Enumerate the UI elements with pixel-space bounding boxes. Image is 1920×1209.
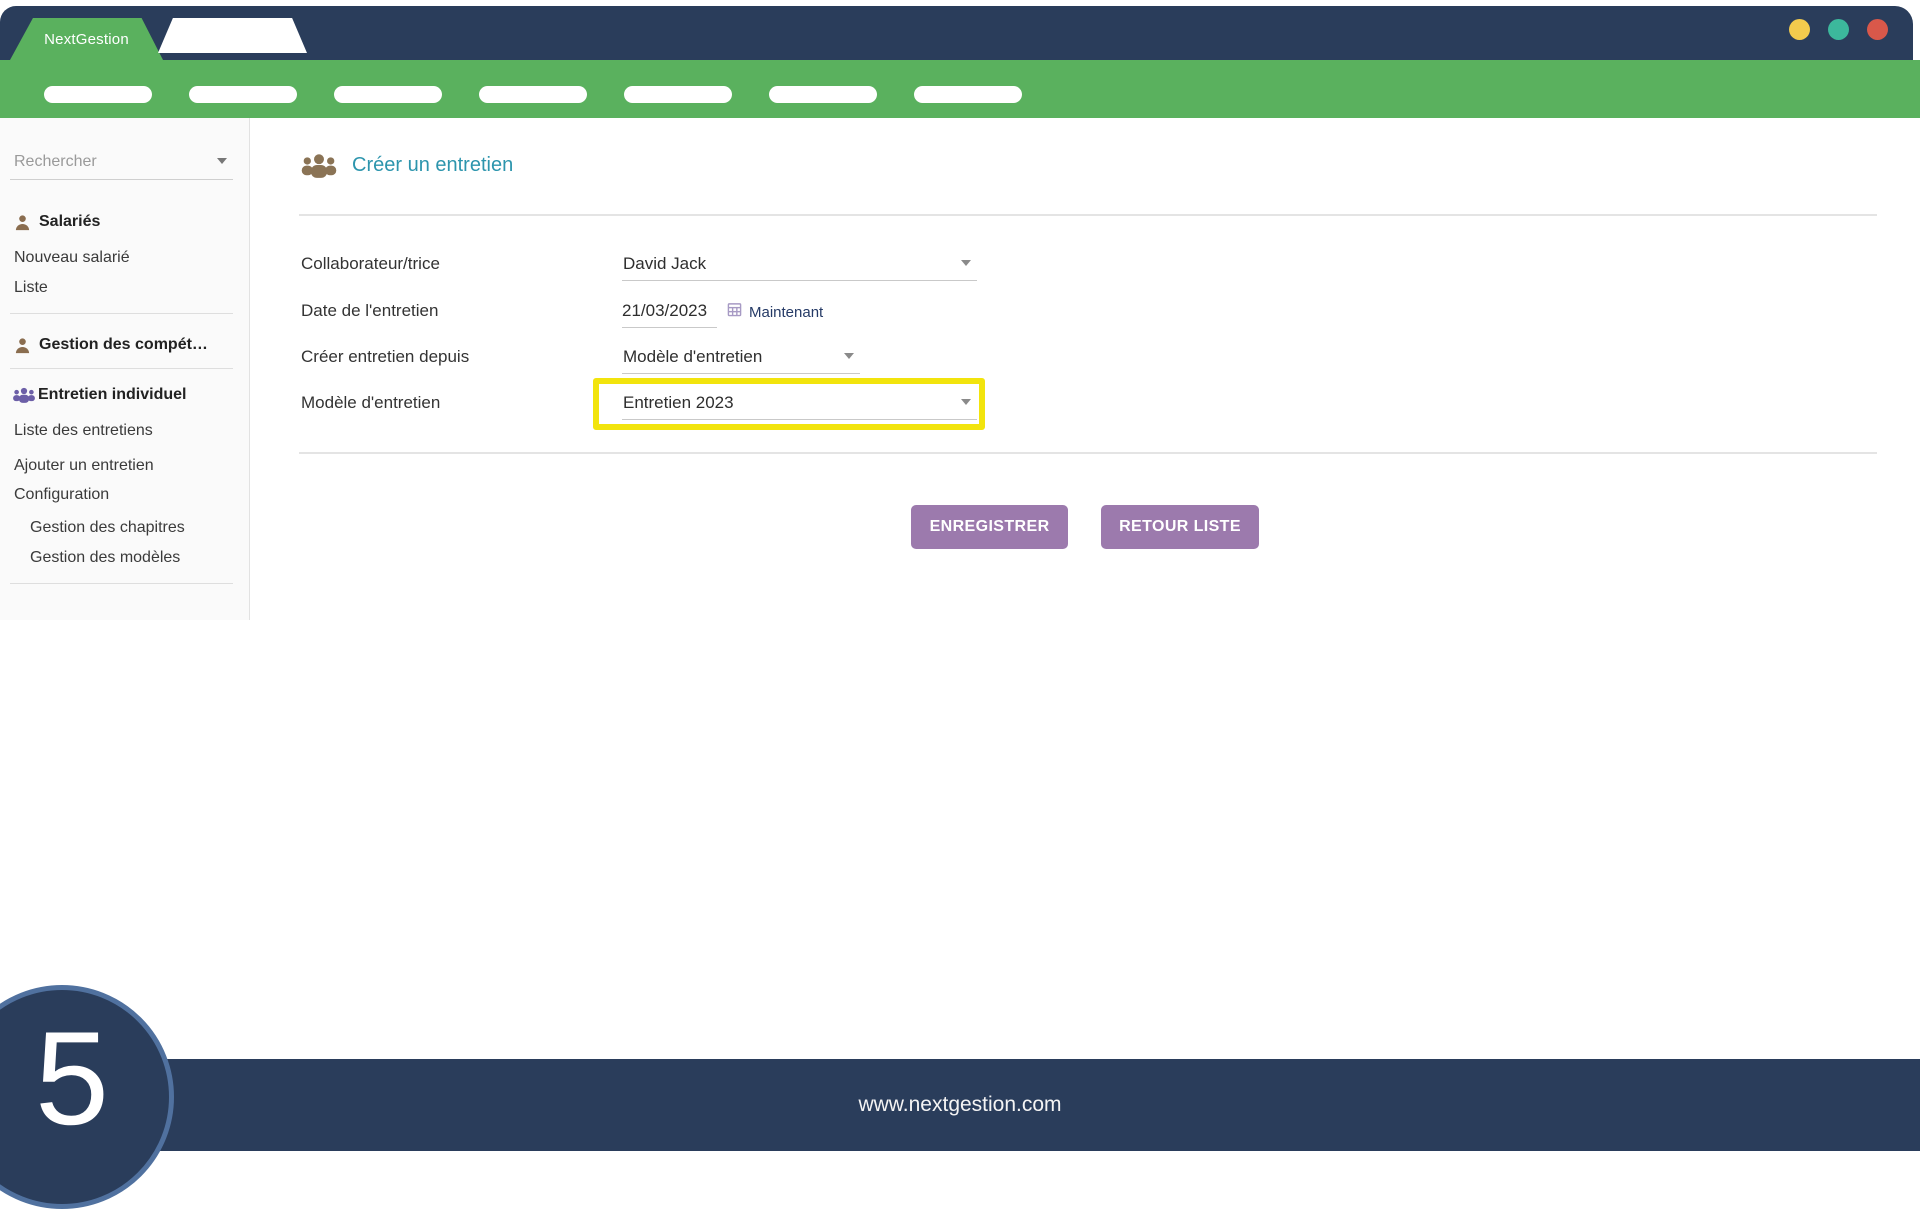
brand-tab[interactable]: NextGestion [10,18,163,60]
sidebar-divider [10,313,233,314]
sidebar-section-label: Gestion des compét… [39,336,208,354]
people-group-icon [12,387,36,403]
chevron-down-icon [844,353,854,359]
sidebar-item-liste[interactable]: Liste [14,278,235,298]
sidebar-item-gestion-des-modeles[interactable]: Gestion des modèles [14,548,235,568]
divider [299,214,1877,216]
sidebar-item-liste-des-entretiens[interactable]: Liste des entretiens [14,421,235,441]
nav-pill[interactable] [479,86,587,103]
collaborator-value: David Jack [623,254,706,273]
nav-pill[interactable] [914,86,1022,103]
sidebar-item-gestion-des-chapitres[interactable]: Gestion des chapitres [14,518,235,538]
create-from-value: Modèle d'entretien [623,347,762,366]
create-from-label: Créer entretien depuis [301,346,622,367]
form-actions: ENREGISTRER RETOUR LISTE [250,505,1920,549]
window-dot-teal[interactable] [1828,19,1849,40]
date-input[interactable]: 21/03/2023 [622,300,717,328]
step-number: 5 [35,1013,109,1146]
step-badge: 5 [0,985,174,1209]
person-icon [14,337,31,354]
sidebar-divider [10,368,233,369]
template-label: Modèle d'entretien [301,392,622,413]
nav-pill[interactable] [769,86,877,103]
template-value: Entretien 2023 [623,393,734,412]
window-dot-yellow[interactable] [1789,19,1810,40]
template-select[interactable]: Entretien 2023 [622,392,977,420]
sidebar-divider [10,583,233,584]
sidebar-item-configuration[interactable]: Configuration [14,485,235,505]
sidebar-section-salaries: Salariés [14,213,235,231]
page-title: Créer un entretien [300,153,513,178]
nav-pill[interactable] [624,86,732,103]
calendar-icon[interactable] [727,302,742,322]
date-label: Date de l'entretien [301,300,622,321]
sidebar-section-competences: Gestion des compét… [14,336,235,354]
divider [299,452,1877,454]
back-to-list-button[interactable]: RETOUR LISTE [1101,505,1259,549]
now-link[interactable]: Maintenant [749,304,823,321]
person-icon [14,214,31,231]
chevron-down-icon [961,399,971,405]
footer-url: www.nextgestion.com [858,1093,1061,1117]
page-title-text: Créer un entretien [352,154,513,177]
sidebar-section-label: Entretien individuel [38,386,186,404]
main-navbar [0,60,1920,118]
create-from-select[interactable]: Modèle d'entretien [622,346,860,374]
brand-label: NextGestion [44,31,129,48]
form-row-collaborator: Collaborateur/trice David Jack [301,253,977,281]
nav-pill[interactable] [189,86,297,103]
nav-pill-row [44,86,1022,103]
date-extra: Maintenant [727,302,823,322]
form-row-create-from: Créer entretien depuis Modèle d'entretie… [301,346,860,374]
people-group-icon [300,153,338,178]
chevron-down-icon [961,260,971,266]
collaborator-select[interactable]: David Jack [622,253,977,281]
footer: www.nextgestion.com [0,1059,1920,1151]
secondary-tab[interactable] [158,18,307,53]
chevron-down-icon[interactable] [217,158,227,164]
sidebar-section-label: Salariés [39,213,100,231]
collaborator-label: Collaborateur/trice [301,253,622,274]
window-dot-red[interactable] [1867,19,1888,40]
save-button[interactable]: ENREGISTRER [911,505,1068,549]
nav-pill[interactable] [44,86,152,103]
sidebar: Rechercher Salariés Nouveau salarié List… [0,118,250,620]
sidebar-item-ajouter-un-entretien[interactable]: Ajouter un entretien [14,456,235,476]
window-titlebar: NextGestion [0,6,1913,60]
nav-pill[interactable] [334,86,442,103]
sidebar-item-nouveau-salarie[interactable]: Nouveau salarié [14,248,235,268]
sidebar-section-entretien-individuel: Entretien individuel [12,386,235,404]
form-row-date: Date de l'entretien 21/03/2023 Maintenan… [301,300,823,328]
search-input[interactable]: Rechercher [14,152,235,172]
form-row-template: Modèle d'entretien Entretien 2023 [301,392,977,420]
main-content: Créer un entretien Collaborateur/trice D… [250,118,1920,1059]
search-underline [10,179,233,180]
